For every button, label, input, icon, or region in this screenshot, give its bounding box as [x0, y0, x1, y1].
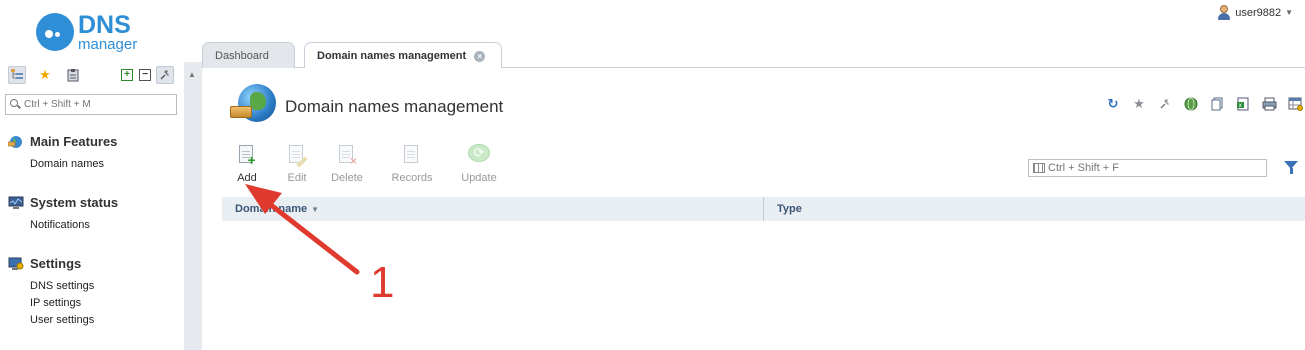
update-button-label: Update	[461, 172, 497, 184]
records-button[interactable]: Records	[387, 144, 437, 184]
scroll-up-arrow-icon[interactable]: ▲	[188, 70, 196, 79]
sidebar-search-input[interactable]	[24, 99, 174, 110]
pin-icon[interactable]	[156, 66, 174, 84]
copy-icon[interactable]	[1209, 96, 1225, 112]
favorite-star-icon[interactable]: ★	[1131, 96, 1147, 112]
sidebar-toolbar: ★ + −	[8, 66, 178, 86]
nav-section-title: Main Features	[30, 134, 118, 149]
nav-section-main-features: Main Features Domain names	[8, 134, 117, 173]
search-icon	[10, 99, 21, 110]
chevron-down-icon: ▼	[1285, 8, 1293, 17]
domain-globe-icon	[230, 84, 278, 128]
expand-all-icon[interactable]: +	[118, 66, 136, 84]
main-content: Domain names management ↻ ★ x + Add Edit…	[202, 68, 1305, 350]
add-button-label: Add	[237, 172, 257, 184]
filter-funnel-icon[interactable]	[1284, 161, 1298, 174]
export-excel-icon[interactable]: x	[1235, 96, 1251, 112]
sidebar-item-ip-settings[interactable]: IP settings	[30, 295, 94, 312]
sort-descending-icon: ▼	[311, 204, 320, 214]
sidebar-item-domain-names[interactable]: Domain names	[30, 156, 117, 173]
tab-label: Domain names management	[317, 50, 467, 62]
table-settings-icon[interactable]	[1287, 96, 1303, 112]
tab-dashboard[interactable]: Dashboard	[202, 42, 295, 68]
user-icon	[1217, 5, 1231, 20]
tab-domain-names-management[interactable]: Domain names management ×	[304, 42, 502, 69]
edit-button[interactable]: Edit	[272, 144, 322, 184]
sidebar-item-notifications[interactable]: Notifications	[30, 217, 118, 234]
sidebar-search[interactable]	[5, 94, 177, 115]
table-filter[interactable]	[1028, 159, 1267, 177]
user-menu[interactable]: user9882 ▼	[1217, 5, 1293, 20]
delete-button[interactable]: × Delete	[322, 144, 372, 184]
sidebar-item-dns-settings[interactable]: DNS settings	[30, 278, 94, 295]
app-root: DNS manager user9882 ▼ ★ + − Ctrl + Shif…	[0, 0, 1305, 350]
column-header-domain-name[interactable]: Domain name ▼	[222, 197, 764, 221]
logo-mark	[36, 13, 74, 51]
nav-section-settings: Settings DNS settings IP settings User s…	[8, 256, 94, 329]
web-link-icon[interactable]	[1183, 96, 1199, 112]
tab-bar: Dashboard Domain names management ×	[202, 42, 1305, 69]
update-icon: ⟳	[468, 144, 490, 166]
sidebar-item-user-settings[interactable]: User settings	[30, 312, 94, 329]
nav-section-title: Settings	[30, 256, 82, 271]
nav-section-header[interactable]: System status	[8, 195, 118, 210]
update-button[interactable]: ⟳ Update	[454, 144, 504, 184]
logo-text-secondary: manager	[78, 35, 138, 53]
annotation-number: 1	[370, 258, 395, 307]
close-tab-icon[interactable]: ×	[474, 50, 486, 62]
edit-button-label: Edit	[287, 172, 307, 184]
add-document-icon: +	[236, 144, 258, 167]
records-button-label: Records	[391, 172, 433, 184]
tab-label: Dashboard	[215, 49, 269, 62]
refresh-icon[interactable]: ↻	[1105, 96, 1121, 112]
column-header-label: Type	[777, 203, 802, 215]
table-header: Domain name ▼ Type	[222, 197, 1305, 221]
pin-icon[interactable]	[1157, 96, 1173, 112]
monitor-icon	[8, 196, 24, 209]
user-name: user9882	[1235, 6, 1282, 19]
favorites-star-icon[interactable]: ★	[36, 66, 54, 84]
tree-view-icon[interactable]	[8, 66, 26, 84]
nav-section-header[interactable]: Settings	[8, 256, 94, 271]
page-actions: ↻ ★ x	[1105, 96, 1305, 114]
settings-monitor-icon	[8, 257, 24, 270]
collapse-all-icon[interactable]: −	[136, 66, 154, 84]
svg-text:x: x	[1239, 102, 1243, 109]
clipboard-icon[interactable]	[64, 66, 82, 84]
column-header-label: Domain name	[235, 203, 308, 215]
logo[interactable]: DNS manager	[36, 11, 137, 53]
sidebar-scrollbar[interactable]: ▲	[184, 62, 202, 350]
nav-section-system-status: System status Notifications	[8, 195, 118, 234]
grid-icon	[1033, 163, 1045, 173]
delete-document-icon: ×	[336, 144, 358, 167]
sidebar: ★ + − Main Features Domain names	[0, 62, 184, 350]
globe-icon	[8, 135, 22, 148]
column-header-type[interactable]: Type	[764, 197, 802, 221]
print-icon[interactable]	[1261, 96, 1277, 112]
page-title: Domain names management	[285, 97, 504, 116]
nav-section-header[interactable]: Main Features	[8, 134, 117, 149]
nav-section-title: System status	[30, 195, 119, 210]
edit-document-icon	[286, 144, 308, 168]
records-icon	[401, 144, 423, 166]
logo-text-primary: DNS	[78, 10, 131, 39]
delete-button-label: Delete	[331, 172, 363, 184]
add-button[interactable]: + Add	[222, 144, 272, 184]
table-filter-input[interactable]	[1048, 162, 1248, 174]
